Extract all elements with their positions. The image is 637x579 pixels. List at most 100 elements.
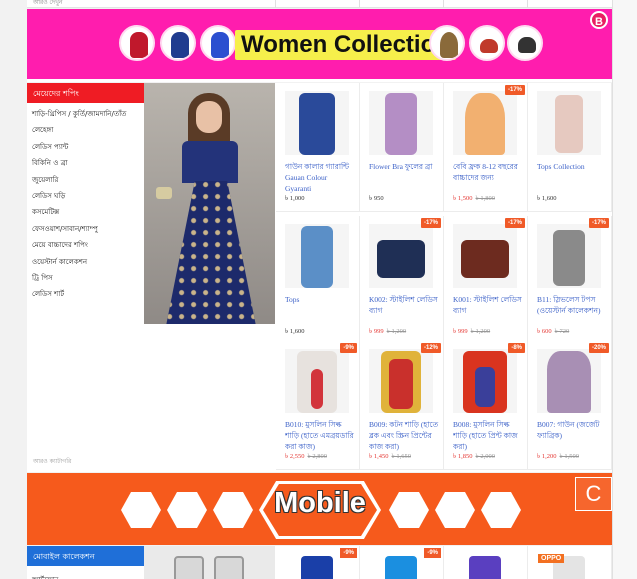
product-image[interactable] — [285, 91, 349, 155]
product-name[interactable]: গাউন কালার গ্যারান্টি Gauan Colour Gyara… — [285, 161, 355, 194]
product-card[interactable]: -9% B010: মুসলিন সিল্ক শাড়ি (হাতে এমব্র… — [276, 341, 360, 470]
product-image[interactable] — [285, 224, 349, 288]
discount-badge: -20% — [588, 343, 609, 353]
product-card[interactable]: গাউন কালার গ্যারান্টি Gauan Colour Gyara… — [276, 83, 360, 212]
hexagon-decoration — [167, 492, 207, 528]
more-link[interactable]: আরও দেখুন — [33, 0, 63, 8]
category-link[interactable]: স্মার্টফোন — [27, 569, 144, 579]
product-name[interactable]: Tops Collection — [537, 161, 607, 194]
product-name[interactable]: B007: গাউন (জর্জেট ফ্যাব্রিক) — [537, 419, 607, 452]
discount-badge: -17% — [420, 218, 441, 228]
product-price: ৳ 1,000 — [285, 195, 305, 202]
category-link[interactable]: শাড়ি-থ্রিপিস / কুর্তি/জামদানি/তাঁত — [27, 106, 144, 122]
product-price: ৳ 2,550 ৳ 2,800 — [285, 453, 327, 460]
category-link[interactable]: কসমেটিক্স — [27, 204, 144, 220]
featured-model-image[interactable] — [144, 83, 275, 324]
product-name[interactable]: বেবি ফ্রক 8-12 বছরের বাচ্চাদের জন্য — [453, 161, 523, 194]
product-image[interactable] — [369, 556, 433, 579]
product-name[interactable]: B008: মুসলিন সিল্ক শাড়ি (হাতে প্রিন্ট ক… — [453, 419, 523, 452]
product-image[interactable] — [453, 556, 517, 579]
product-image[interactable] — [537, 91, 601, 155]
discount-badge: -8% — [508, 343, 525, 353]
discount-badge: -17% — [588, 218, 609, 228]
category-link[interactable]: মেয়ে বাচ্চাদের শপিং — [27, 237, 144, 253]
product-name[interactable]: K001: স্টাইলিশ লেডিস ব্যাগ — [453, 294, 523, 327]
product-image[interactable] — [285, 349, 349, 413]
category-link[interactable]: ফেসওয়াশ/সাবান/শ্যাম্পু — [27, 221, 144, 237]
women-collection-banner[interactable]: Women Collection B — [27, 9, 612, 82]
product-image[interactable] — [369, 224, 433, 288]
necklace-thumbnail — [429, 25, 465, 61]
product-image[interactable] — [285, 556, 349, 579]
brand-badge-icon: B — [590, 11, 608, 29]
product-name[interactable]: B11: স্লিভলেস টপস (ওয়েস্টার্ন কালেকশন) — [537, 294, 607, 327]
discount-badge: -17% — [504, 85, 525, 95]
hexagon-decoration — [389, 492, 429, 528]
product-card[interactable]: Tops Collection ৳ 1,600 — [528, 83, 612, 212]
divider — [275, 0, 276, 8]
phone-shape — [174, 556, 204, 579]
model-skirt — [166, 181, 256, 324]
product-price: ৳ 600 ৳ 720 — [537, 328, 570, 335]
saree-thumbnail — [119, 25, 155, 61]
featured-phone-image[interactable] — [144, 546, 275, 579]
mobile-product-card[interactable]: -9% — [276, 546, 360, 579]
product-name[interactable]: B009: কটন শাড়ি (হাতে ব্লক এবং স্ক্রিন প… — [369, 419, 439, 452]
divider — [443, 0, 444, 8]
discount-badge: -12% — [420, 343, 441, 353]
product-card[interactable]: Tops ৳ 1,600 — [276, 216, 360, 345]
more-categories-link[interactable]: আরও ক্যাটাগরি — [33, 456, 71, 467]
mobile-product-card[interactable]: -9% — [360, 546, 444, 579]
product-image[interactable] — [369, 91, 433, 155]
hexagon-decoration — [121, 492, 161, 528]
category-link[interactable]: লেডিস ঘড়ি — [27, 188, 144, 204]
product-card[interactable]: -8% B008: মুসলিন সিল্ক শাড়ি (হাতে প্রিন… — [444, 341, 528, 470]
product-card[interactable]: -17% K001: স্টাইলিশ লেডিস ব্যাগ ৳ 999 ৳ 1… — [444, 216, 528, 345]
discount-badge: -17% — [504, 218, 525, 228]
product-image[interactable] — [369, 349, 433, 413]
product-name[interactable]: Flower Bra ফুলের ব্রা — [369, 161, 439, 194]
chat-button[interactable]: C — [575, 477, 612, 511]
product-image[interactable] — [537, 224, 601, 288]
category-link[interactable]: বিকিনি ও ব্রা — [27, 155, 144, 171]
product-image[interactable] — [537, 349, 601, 413]
product-price: ৳ 999 ৳ 1,200 — [453, 328, 491, 335]
women-category-sidebar: মেয়েদের শপিং শাড়ি-থ্রিপিস / কুর্তি/জাম… — [27, 83, 144, 472]
product-card[interactable]: Flower Bra ফুলের ব্রা ৳ 950 — [360, 83, 444, 212]
divider — [359, 0, 360, 8]
product-card[interactable]: -12% B009: কটন শাড়ি (হাতে ব্লক এবং স্ক্… — [360, 341, 444, 470]
product-card[interactable]: -17% K002: স্টাইলিশ লেডিস ব্যাগ ৳ 999 ৳ 1… — [360, 216, 444, 345]
model-clutch — [156, 187, 172, 199]
cosmetics-thumbnail — [507, 25, 543, 61]
category-link[interactable]: লেহেঙ্গা — [27, 122, 144, 138]
product-image[interactable] — [453, 224, 517, 288]
product-card[interactable]: -17% B11: স্লিভলেস টপস (ওয়েস্টার্ন কালে… — [528, 216, 612, 345]
product-card[interactable]: -17% বেবি ফ্রক 8-12 বছরের বাচ্চাদের জন্য… — [444, 83, 528, 212]
product-price: ৳ 999 ৳ 1,200 — [369, 328, 407, 335]
mobile-product-card[interactable]: OPPO — [528, 546, 612, 579]
product-price: ৳ 1,600 — [537, 195, 557, 202]
tunic-thumbnail — [200, 25, 236, 61]
women-banner-title: Women Collection — [235, 30, 456, 60]
mobile-banner[interactable]: Mobile — [27, 473, 612, 545]
product-name[interactable]: B010: মুসলিন সিল্ক শাড়ি (হাতে এমব্রয়ডা… — [285, 419, 355, 452]
category-link[interactable]: লেডিস শার্ট — [27, 286, 144, 302]
product-price: ৳ 1,600 — [285, 328, 305, 335]
gown-thumbnail — [160, 25, 196, 61]
product-image[interactable] — [453, 349, 517, 413]
mobile-product-card[interactable] — [444, 546, 528, 579]
product-price: ৳ 1,200 ৳ 1,500 — [537, 453, 579, 460]
mobile-category-heading[interactable]: মোবাইল কালেকশন — [27, 546, 144, 566]
category-link[interactable]: ওয়েস্টার্ন কালেকশন — [27, 254, 144, 270]
product-image[interactable] — [453, 91, 517, 155]
category-link[interactable]: লেডিস প্যান্ট — [27, 139, 144, 155]
category-link[interactable]: জুয়েলারি — [27, 172, 144, 188]
product-name[interactable]: Tops — [285, 294, 355, 327]
category-link[interactable]: ট্রি পিস — [27, 270, 144, 286]
women-category-heading[interactable]: মেয়েদের শপিং — [27, 83, 144, 103]
model-top — [182, 141, 238, 183]
product-card[interactable]: -20% B007: গাউন (জর্জেট ফ্যাব্রিক) ৳ 1,2… — [528, 341, 612, 470]
product-price: ৳ 1,500 ৳ 1,800 — [453, 195, 495, 202]
mobile-banner-title: Mobile — [274, 487, 366, 519]
product-name[interactable]: K002: স্টাইলিশ লেডিস ব্যাগ — [369, 294, 439, 327]
